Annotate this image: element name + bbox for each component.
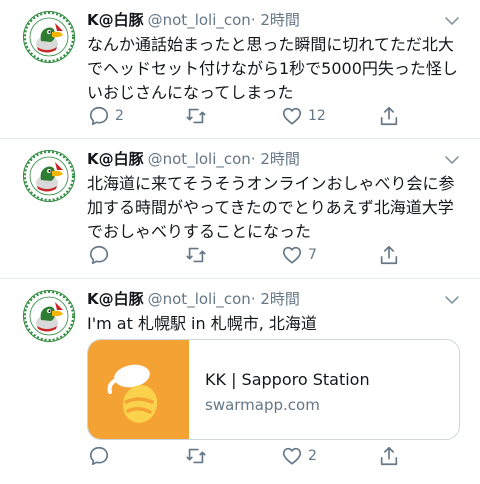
retweet-button[interactable] bbox=[185, 105, 212, 127]
reply-icon bbox=[88, 244, 110, 266]
tweet-header: K@白豚 @not_loli_con· 2時間 bbox=[87, 289, 300, 309]
tweet-actions: 7 bbox=[88, 244, 418, 266]
retweet-icon bbox=[185, 244, 207, 266]
reply-count: 2 bbox=[115, 108, 124, 124]
avatar-duck-icon[interactable] bbox=[23, 11, 75, 63]
timestamp[interactable]: · 2時間 bbox=[251, 290, 300, 308]
share-button[interactable] bbox=[378, 105, 400, 127]
swarm-bee-icon bbox=[107, 364, 158, 423]
reply-icon bbox=[88, 105, 110, 127]
like-icon bbox=[281, 244, 303, 266]
share-icon bbox=[378, 445, 400, 467]
tweet-header: K@白豚 @not_loli_con· 2時間 bbox=[87, 10, 300, 30]
chevron-down-icon[interactable] bbox=[444, 16, 460, 26]
display-name[interactable]: K@白豚 bbox=[87, 11, 144, 29]
user-handle[interactable]: @not_loli_con bbox=[148, 150, 251, 168]
like-button[interactable]: 12 bbox=[281, 105, 326, 127]
timestamp[interactable]: · 2時間 bbox=[251, 150, 300, 168]
tweet-text: I'm at 札幌駅 in 札幌市, 北海道 bbox=[87, 314, 317, 333]
card-title: KK | Sapporo Station bbox=[205, 370, 370, 389]
retweet-icon bbox=[185, 105, 207, 127]
like-icon bbox=[281, 445, 303, 467]
chevron-down-icon[interactable] bbox=[444, 295, 460, 305]
reply-button[interactable] bbox=[88, 445, 115, 467]
user-handle[interactable]: @not_loli_con bbox=[148, 11, 251, 29]
tweet-actions: 2 12 bbox=[88, 105, 418, 127]
card-thumbnail bbox=[88, 340, 189, 439]
retweet-button[interactable] bbox=[185, 244, 212, 266]
tweet[interactable]: K@白豚 @not_loli_con· 2時間 なんか通話始まったと思った瞬間に切… bbox=[0, 0, 480, 139]
like-count: 2 bbox=[308, 448, 317, 464]
display-name[interactable]: K@白豚 bbox=[87, 150, 144, 168]
retweet-button[interactable] bbox=[185, 445, 212, 467]
user-handle[interactable]: @not_loli_con bbox=[148, 290, 251, 308]
reply-icon bbox=[88, 445, 110, 467]
tweet-text: なんか通話始まったと思った瞬間に切れてただ北大でヘッドセット付けながら1秒で50… bbox=[87, 35, 458, 102]
timestamp[interactable]: · 2時間 bbox=[251, 11, 300, 29]
chevron-down-icon[interactable] bbox=[444, 155, 460, 165]
link-card[interactable]: KK | Sapporo Station swarmapp.com bbox=[87, 339, 460, 440]
share-icon bbox=[378, 244, 400, 266]
tweet[interactable]: K@白豚 @not_loli_con· 2時間 I'm at 札幌駅 in 札幌市… bbox=[0, 279, 480, 484]
card-domain: swarmapp.com bbox=[205, 396, 320, 414]
like-button[interactable]: 2 bbox=[281, 445, 317, 467]
share-button[interactable] bbox=[378, 244, 400, 266]
reply-button[interactable] bbox=[88, 244, 115, 266]
tweet[interactable]: K@白豚 @not_loli_con· 2時間 北海道に来てそうそうオンラインおし… bbox=[0, 139, 480, 279]
like-icon bbox=[281, 105, 303, 127]
like-button[interactable]: 7 bbox=[281, 244, 317, 266]
tweet-text: 北海道に来てそうそうオンラインおしゃべり会に参加する時間がやってきたのでとりあえ… bbox=[87, 174, 455, 241]
like-count: 7 bbox=[308, 247, 317, 263]
reply-button[interactable]: 2 bbox=[88, 105, 124, 127]
tweet-actions: 2 bbox=[88, 445, 418, 467]
avatar-duck-icon[interactable] bbox=[23, 150, 75, 202]
like-count: 12 bbox=[308, 108, 326, 124]
display-name[interactable]: K@白豚 bbox=[87, 290, 144, 308]
tweet-header: K@白豚 @not_loli_con· 2時間 bbox=[87, 149, 300, 169]
share-icon bbox=[378, 105, 400, 127]
avatar-duck-icon[interactable] bbox=[23, 290, 75, 342]
retweet-icon bbox=[185, 445, 207, 467]
share-button[interactable] bbox=[378, 445, 400, 467]
